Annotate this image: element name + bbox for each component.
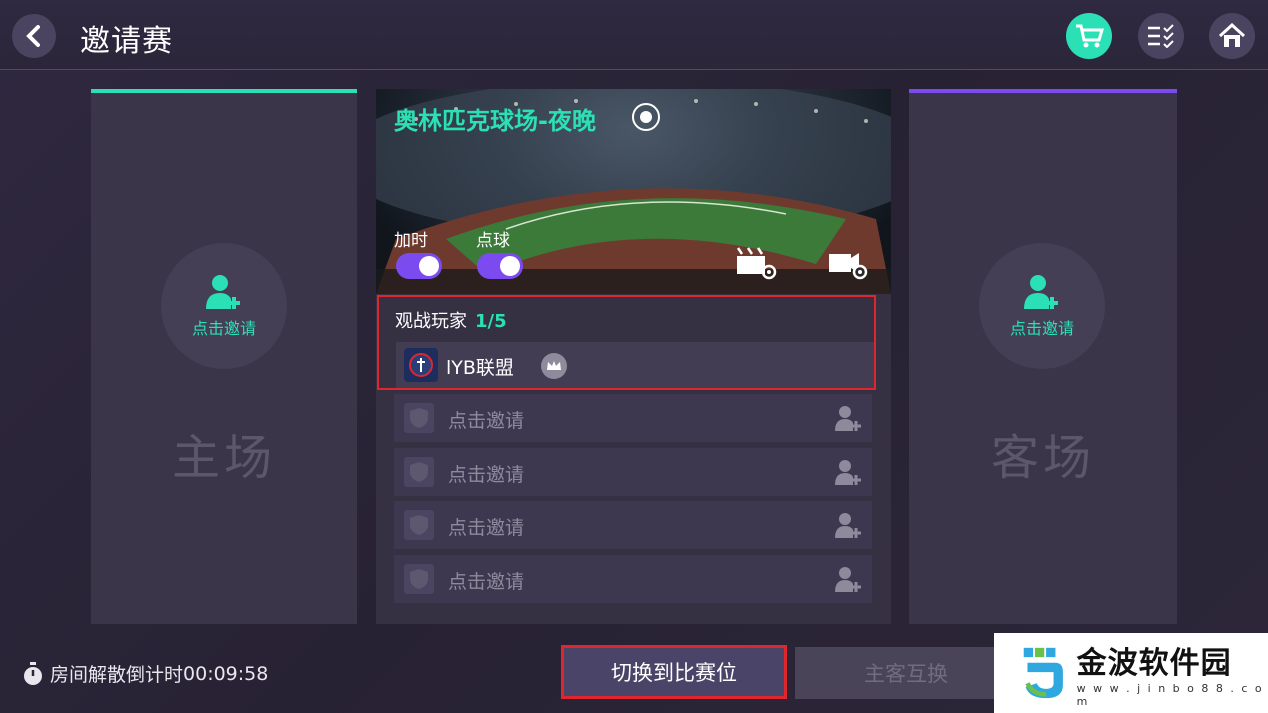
camera-settings-icon bbox=[829, 253, 868, 280]
home-invite-button[interactable]: 点击邀请 bbox=[161, 243, 287, 369]
shield-icon bbox=[404, 510, 434, 540]
penalty-label: 点球 bbox=[476, 231, 510, 251]
disband-timer: 房间解散倒计时 00:09:58 bbox=[22, 660, 268, 687]
home-panel: 点击邀请 主场 bbox=[91, 89, 357, 624]
add-user-icon[interactable] bbox=[834, 565, 862, 597]
away-invite-button[interactable]: 点击邀请 bbox=[979, 243, 1105, 369]
spectator-player-name: lYB联盟 bbox=[446, 357, 514, 379]
shield-icon bbox=[404, 564, 434, 594]
shop-button[interactable] bbox=[1066, 13, 1112, 59]
watermark: 金波软件园 w w w . j i n b o 8 8 . c o m bbox=[994, 633, 1268, 713]
away-invite-label: 点击邀请 bbox=[1009, 319, 1074, 338]
timer-value: 00:09:58 bbox=[183, 662, 269, 685]
add-user-icon[interactable] bbox=[834, 511, 862, 543]
spectator-section: 观战玩家 1/5 lYB联盟 bbox=[377, 295, 876, 390]
away-title: 客场 bbox=[990, 430, 1095, 486]
spectator-header: 观战玩家 1/5 bbox=[395, 307, 507, 333]
clapper-settings-icon bbox=[736, 247, 777, 280]
stadium-info-button[interactable] bbox=[632, 103, 660, 131]
club-badge-icon bbox=[409, 353, 433, 377]
crown-icon bbox=[541, 353, 567, 379]
home-title: 主场 bbox=[171, 430, 276, 486]
toggle-knob bbox=[500, 256, 520, 276]
slot-invite-label: 点击邀请 bbox=[448, 410, 525, 432]
page-title: 邀请赛 bbox=[80, 24, 173, 59]
info-icon bbox=[640, 111, 652, 123]
home-invite-label: 点击邀请 bbox=[191, 319, 256, 338]
watermark-logo-icon bbox=[1023, 647, 1063, 699]
scene-settings-button[interactable] bbox=[734, 244, 778, 280]
cart-icon bbox=[1076, 24, 1104, 48]
add-user-icon bbox=[1024, 275, 1058, 309]
add-user-icon[interactable] bbox=[834, 458, 862, 490]
toggle-knob bbox=[419, 256, 439, 276]
club-logo-icon bbox=[404, 348, 438, 382]
tasks-button[interactable] bbox=[1138, 13, 1184, 59]
stadium-preview[interactable]: 奥林匹克球场-夜晚 加时 点球 bbox=[376, 89, 891, 294]
swap-home-away-button[interactable]: 主客互换 bbox=[795, 647, 1017, 699]
shield-icon bbox=[404, 403, 434, 433]
shield-icon bbox=[404, 457, 434, 487]
center-panel: 奥林匹克球场-夜晚 加时 点球 观战玩家 1/5 lYB联盟 点击邀请 点击邀请… bbox=[376, 89, 891, 624]
chevron-left-icon bbox=[26, 25, 40, 47]
camera-settings-button[interactable] bbox=[826, 244, 870, 280]
switch-to-match-button[interactable]: 切换到比赛位 bbox=[561, 645, 787, 699]
extra-time-label: 加时 bbox=[394, 231, 428, 251]
spectator-slot[interactable]: 点击邀请 bbox=[394, 394, 872, 442]
spectator-slot[interactable]: 点击邀请 bbox=[394, 448, 872, 496]
spectator-count: 1/5 bbox=[475, 311, 507, 332]
add-user-icon bbox=[206, 275, 240, 309]
spectator-slot[interactable]: 点击邀请 bbox=[394, 501, 872, 549]
spectator-slot[interactable]: 点击邀请 bbox=[394, 555, 872, 603]
timer-label: 房间解散倒计时 bbox=[50, 664, 184, 686]
add-user-icon[interactable] bbox=[834, 404, 862, 436]
away-panel: 点击邀请 客场 bbox=[909, 89, 1177, 624]
spectator-label: 观战玩家 bbox=[395, 311, 467, 332]
watermark-url: w w w . j i n b o 8 8 . c o m bbox=[1076, 682, 1264, 708]
checklist-icon bbox=[1148, 24, 1174, 48]
home-icon bbox=[1218, 23, 1246, 47]
slot-invite-label: 点击邀请 bbox=[448, 571, 525, 593]
stopwatch-icon bbox=[24, 661, 42, 685]
watermark-text: 金波软件园 w w w . j i n b o 8 8 . c o m bbox=[1077, 638, 1268, 708]
slot-invite-label: 点击邀请 bbox=[448, 464, 525, 486]
extra-time-toggle[interactable] bbox=[396, 253, 442, 279]
slot-invite-label: 点击邀请 bbox=[448, 517, 525, 539]
top-bar: 邀请赛 bbox=[0, 0, 1268, 70]
penalty-toggle[interactable] bbox=[477, 253, 523, 279]
home-button[interactable] bbox=[1209, 13, 1255, 59]
watermark-title: 金波软件园 bbox=[1076, 646, 1232, 681]
stadium-name: 奥林匹克球场-夜晚 bbox=[394, 107, 596, 135]
spectator-player-row[interactable]: lYB联盟 bbox=[396, 342, 874, 388]
back-button[interactable] bbox=[12, 14, 56, 58]
